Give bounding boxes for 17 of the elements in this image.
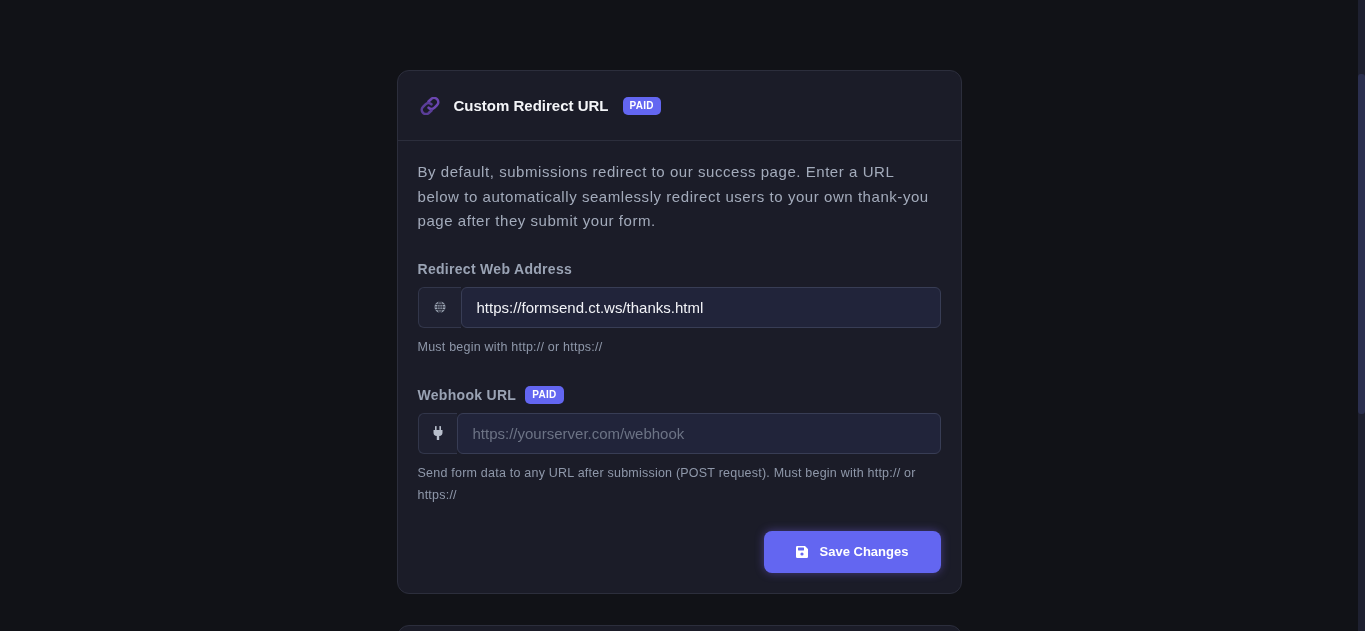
card-title: Custom Redirect URL <box>453 97 609 114</box>
save-button[interactable]: Save Changes <box>763 530 941 573</box>
link-icon <box>417 96 442 115</box>
paid-badge: PAID <box>622 96 661 115</box>
url-input[interactable]: https://formsend.ct.ws/thanks.html <box>460 286 941 328</box>
plug-icon <box>432 426 443 440</box>
url-input[interactable]: https://yourserver.com/webhook <box>456 412 941 454</box>
field-label: Redirect Web Address <box>417 260 573 277</box>
paid-badge: PAID <box>525 385 564 404</box>
globe-icon <box>433 301 446 313</box>
save-icon <box>795 545 808 558</box>
help-text: Send form data to any URL after submission (POST request). Must begin with http:// or https:// <box>417 464 917 504</box>
field-label: Webhook URL <box>417 386 517 403</box>
scrollbar[interactable] <box>1358 0 1365 631</box>
scrollbar-thumb[interactable] <box>1358 74 1365 414</box>
description-text: By default, submissions redirect to our success page. Enter a URL below to automatically seamlessly redirect users to your own thank-you page after they submit your form. <box>417 162 930 231</box>
help-text: Must begin with http:// or https:// <box>417 338 604 356</box>
